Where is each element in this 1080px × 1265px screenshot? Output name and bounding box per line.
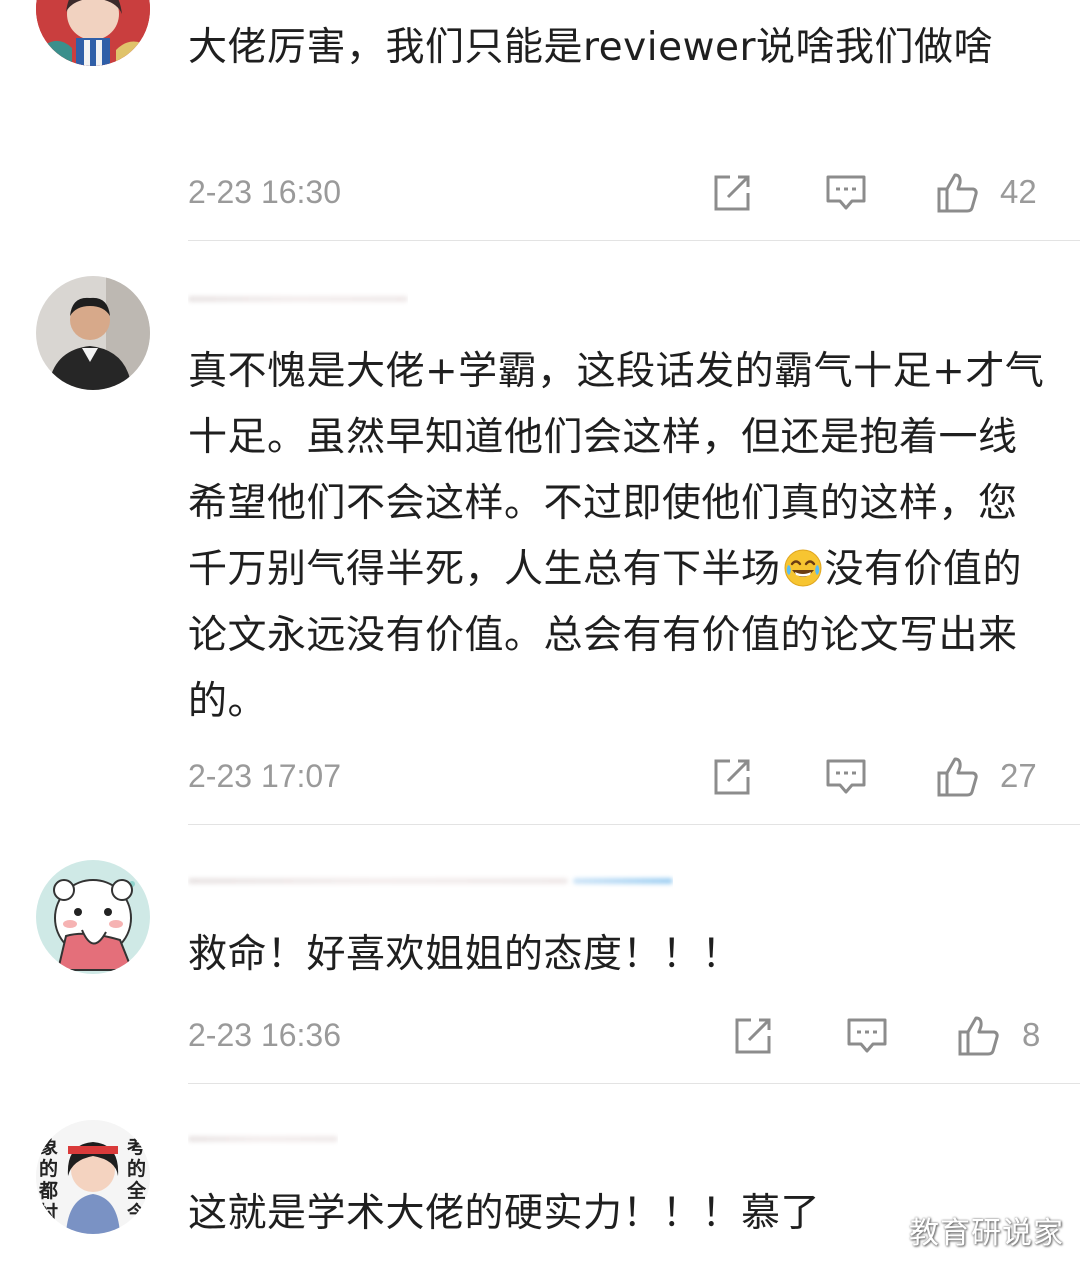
share-icon[interactable] bbox=[710, 755, 754, 797]
divider bbox=[188, 824, 1080, 825]
thumbs-up-icon[interactable] bbox=[956, 1014, 1000, 1056]
like-count: 42 bbox=[1000, 173, 1037, 210]
thumbs-up-icon[interactable] bbox=[935, 755, 979, 797]
avatar[interactable] bbox=[36, 860, 150, 974]
username[interactable] bbox=[188, 866, 674, 892]
username[interactable] bbox=[188, 1124, 338, 1150]
username[interactable] bbox=[188, 284, 408, 310]
comment-text: 救命！好喜欢姐姐的态度！！！ bbox=[188, 932, 742, 977]
divider bbox=[188, 1083, 1080, 1084]
avatar[interactable]: 象的都忖 考的全今 bbox=[36, 1120, 150, 1234]
share-icon[interactable] bbox=[731, 1014, 775, 1056]
like-count: 8 bbox=[1022, 1016, 1041, 1053]
like-count: 27 bbox=[1000, 757, 1037, 794]
laughing-tears-emoji bbox=[783, 543, 823, 587]
comment-meta: 2-23 17:07 27 bbox=[0, 751, 1080, 801]
reply-icon[interactable] bbox=[824, 171, 868, 213]
comment-time: 2-23 16:30 bbox=[188, 174, 342, 210]
reply-icon[interactable] bbox=[824, 755, 868, 797]
thumbs-up-icon[interactable] bbox=[935, 171, 979, 213]
comment-text: 大佬厉害，我们只能是reviewer说啥我们做啥 bbox=[188, 25, 994, 70]
avatar-text-left: 象的都忖 bbox=[39, 1136, 59, 1224]
comment-meta: 2-23 16:36 8 bbox=[0, 1010, 1080, 1060]
divider bbox=[188, 240, 1080, 241]
comment-time: 2-23 16:36 bbox=[188, 1017, 342, 1053]
avatar[interactable] bbox=[36, 0, 150, 66]
share-icon[interactable] bbox=[710, 171, 754, 213]
reply-icon[interactable] bbox=[845, 1014, 889, 1056]
comment-time: 2-23 17:07 bbox=[188, 758, 342, 794]
avatar[interactable] bbox=[36, 276, 150, 390]
watermark: 教育研说家 bbox=[909, 1216, 1064, 1251]
comment-text: 真不愧是大佬+学霸，这段话发的霸气十足+才气十足。虽然早知道他们会这样，但还是抱… bbox=[188, 339, 1048, 735]
comment-meta: 2-23 16:30 42 bbox=[0, 167, 1080, 217]
avatar-text-right: 考的全今 bbox=[127, 1136, 147, 1224]
